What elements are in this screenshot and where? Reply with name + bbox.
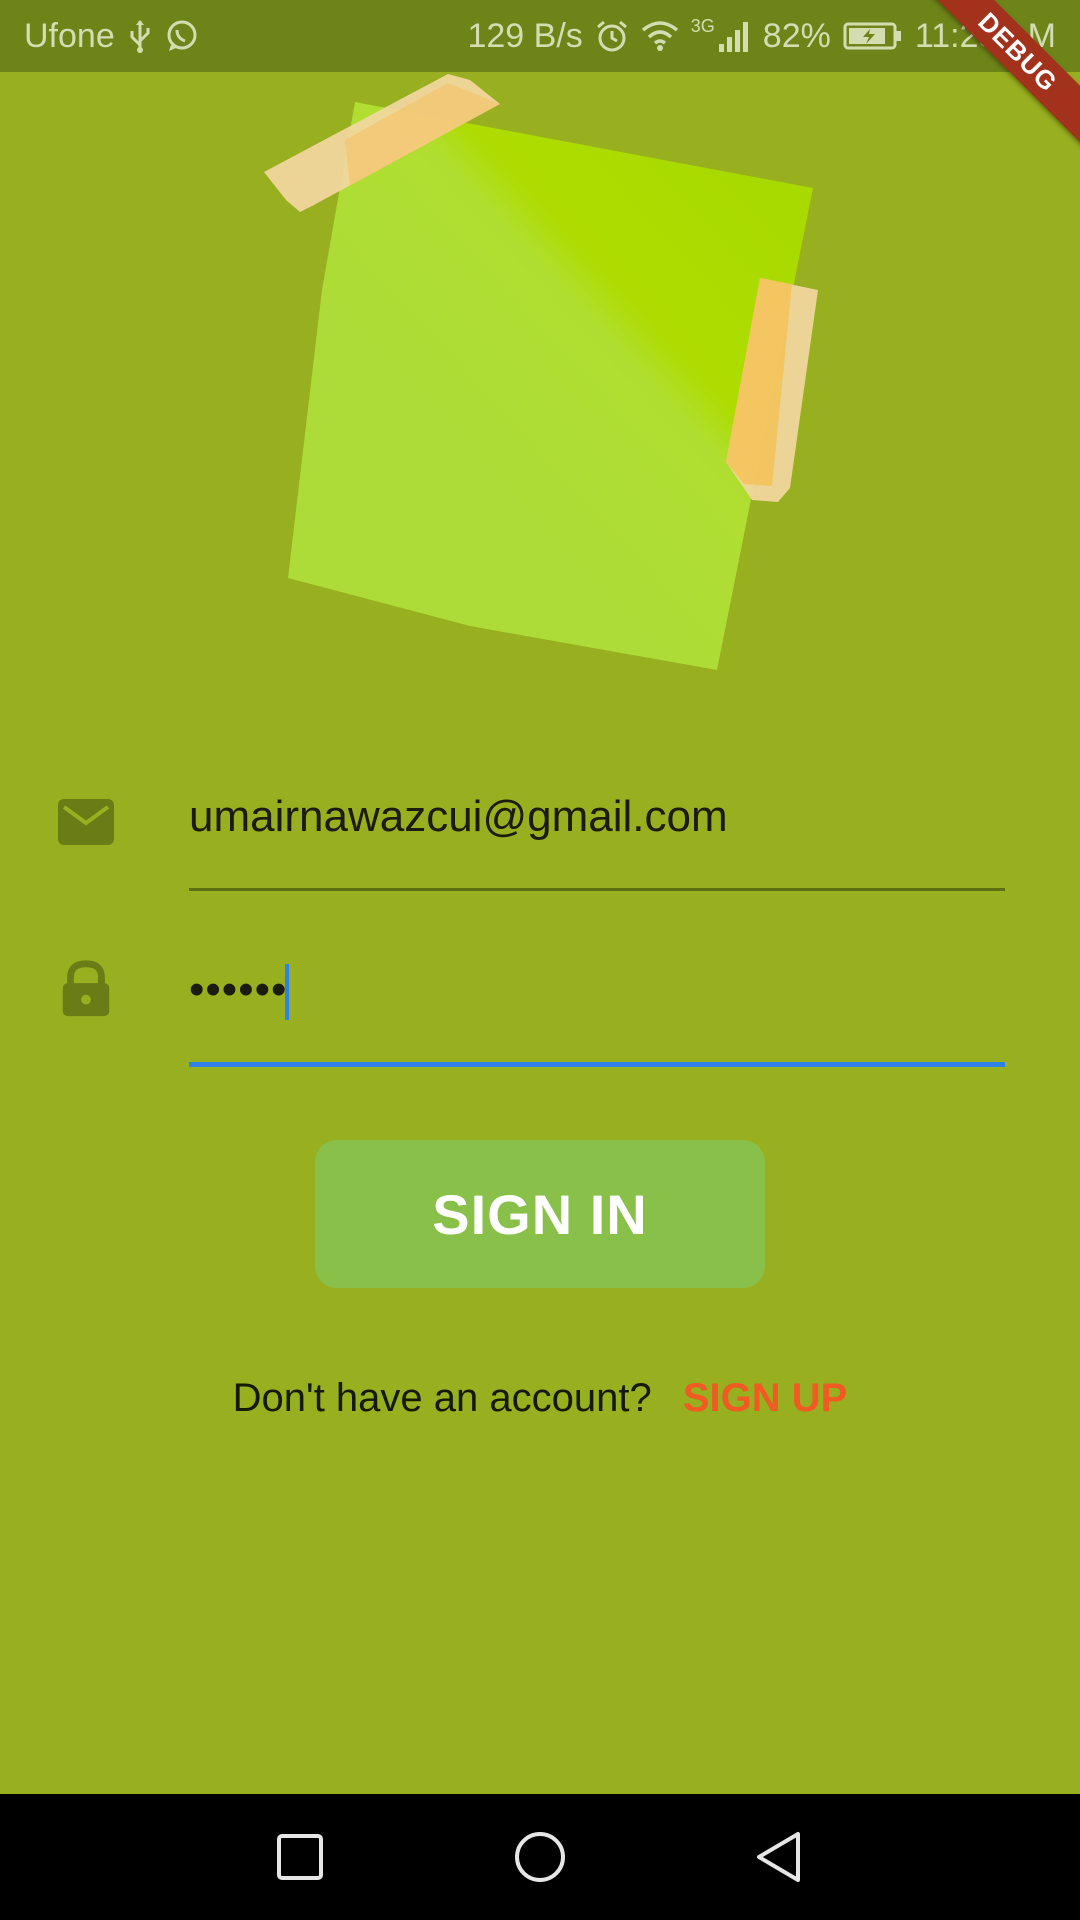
network-type: 3G — [690, 16, 715, 36]
password-field[interactable]: •••••• — [189, 965, 287, 1015]
email-icon — [58, 799, 114, 845]
email-field[interactable]: umairnawazcui@gmail.com — [189, 792, 728, 842]
password-field-underline — [189, 1062, 1005, 1067]
signal-icon — [717, 20, 751, 52]
back-icon[interactable] — [750, 1827, 810, 1887]
recents-icon[interactable] — [270, 1827, 330, 1887]
home-icon[interactable] — [510, 1827, 570, 1887]
usb-icon — [127, 19, 153, 53]
network-speed: 129 B/s — [467, 16, 583, 55]
navigation-bar — [0, 1794, 1080, 1920]
battery-percent: 82% — [762, 16, 831, 55]
text-caret — [285, 964, 289, 1020]
wifi-icon — [641, 20, 679, 52]
whatsapp-icon — [165, 19, 199, 53]
carrier-label: Ufone — [24, 16, 115, 55]
sign-up-link[interactable]: SIGN UP — [683, 1376, 847, 1420]
battery-charging-icon — [843, 21, 903, 51]
signup-prompt: Don't have an account? — [232, 1376, 652, 1420]
lock-icon — [62, 960, 110, 1017]
signup-row: Don't have an account? SIGN UP — [0, 1376, 1080, 1421]
sticky-note — [288, 102, 813, 670]
alarm-icon — [595, 19, 629, 53]
sign-in-button[interactable]: SIGN IN — [315, 1140, 765, 1288]
login-screen: Ufone 129 B/s 3G 82% 11:23 DEBUG umairna… — [0, 0, 1080, 1920]
email-field-underline — [189, 888, 1005, 891]
sticky-note-illustration — [264, 74, 818, 670]
